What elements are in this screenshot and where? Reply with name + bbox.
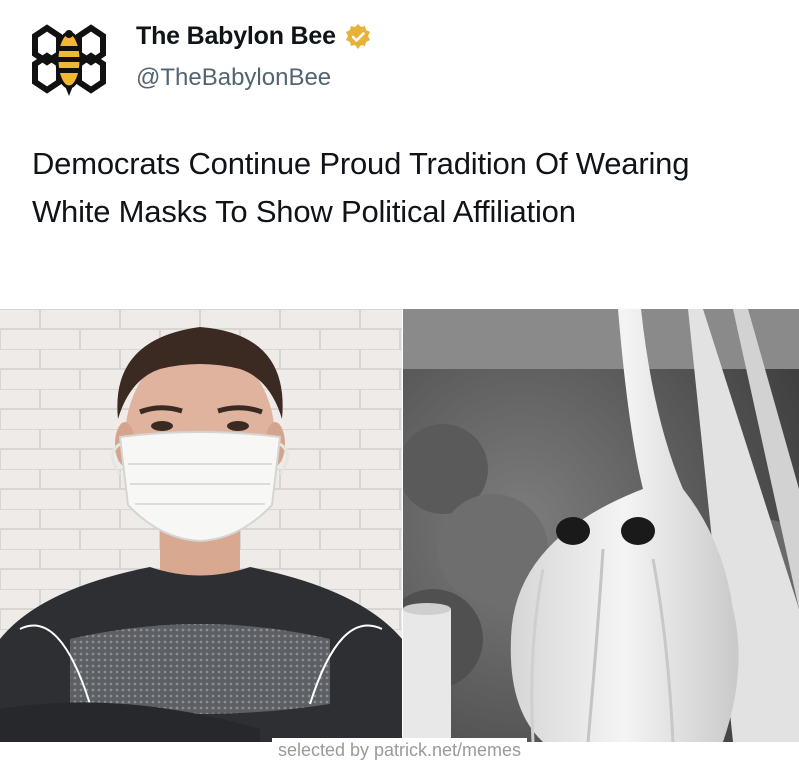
tweet-header: The Babylon Bee @TheBabylonBee [0, 0, 799, 110]
verified-badge-icon [344, 23, 372, 51]
watermark: selected by patrick.net/memes [271, 738, 528, 763]
name-row: The Babylon Bee [136, 22, 372, 51]
tweet-text-line: Democrats Continue Proud Tradition Of We… [32, 146, 690, 181]
display-name[interactable]: The Babylon Bee [136, 22, 336, 51]
tweet-text: Democrats Continue Proud Tradition Of We… [32, 140, 792, 236]
handle[interactable]: @TheBabylonBee [136, 64, 331, 92]
man-in-mask-image[interactable] [0, 309, 402, 742]
tweet-media[interactable] [0, 309, 799, 742]
bee-logo-icon [32, 24, 106, 96]
tweet-text-line: White Masks To Show Political Affiliatio… [32, 194, 576, 229]
footer: selected by patrick.net/memes [0, 738, 799, 763]
avatar[interactable] [27, 22, 111, 98]
white-hood-image[interactable] [403, 309, 799, 742]
